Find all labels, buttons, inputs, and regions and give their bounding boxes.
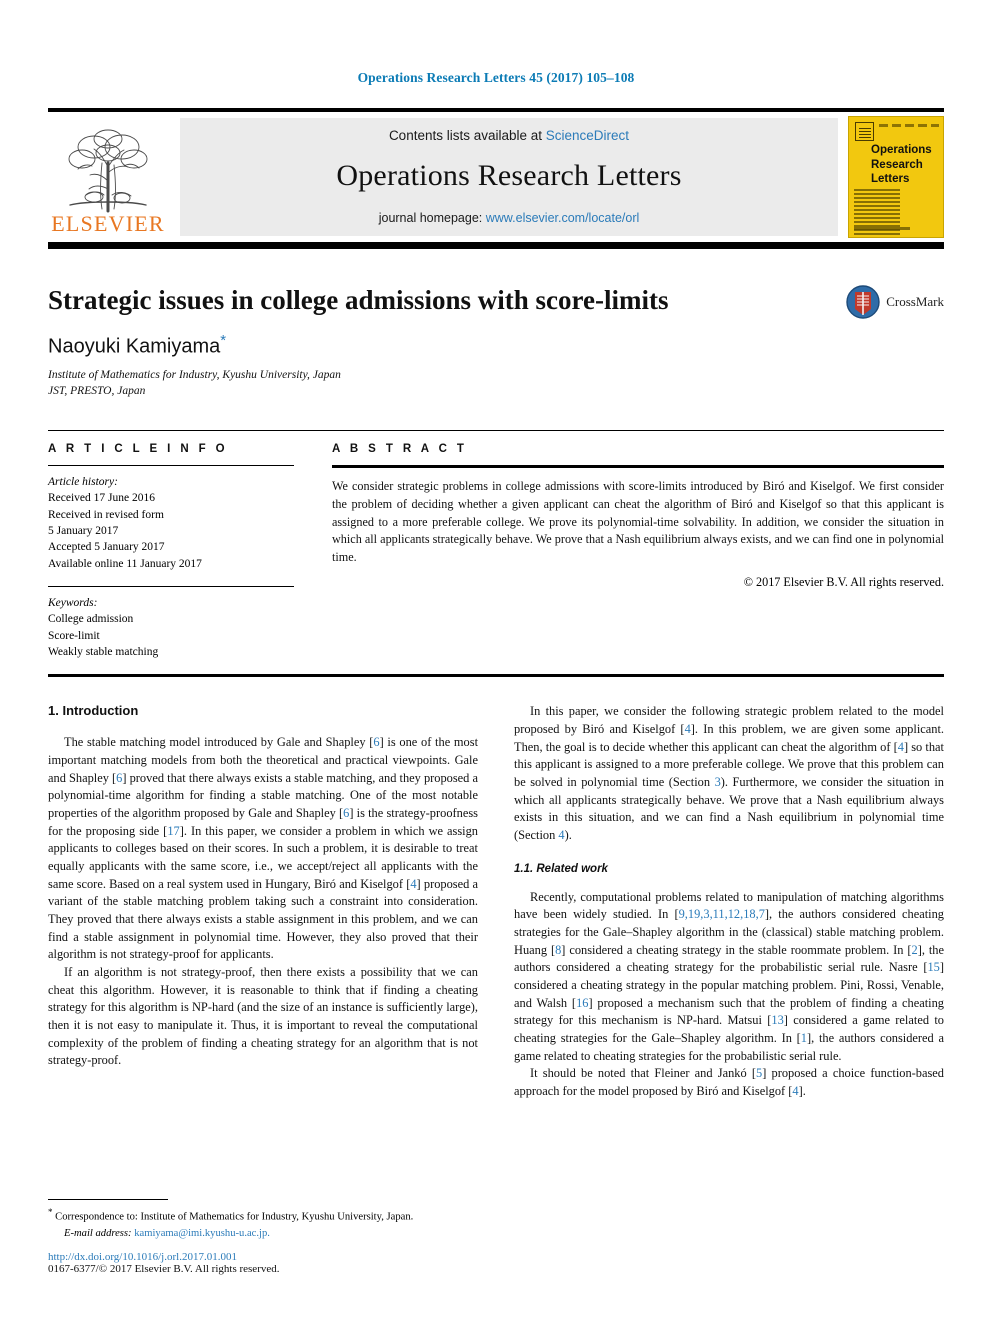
elsevier-logo: ELSEVIER — [48, 112, 168, 242]
abstract-column: A B S T R A C T We consider strategic pr… — [332, 443, 944, 660]
crossmark-badge[interactable]: CrossMark — [846, 285, 944, 319]
subsection-heading-related-work: 1.1. Related work — [514, 862, 608, 875]
body-columns: 1. Introduction The stable matching mode… — [48, 703, 944, 1100]
title-block: CrossMark Strategic issues in college ad… — [48, 285, 944, 400]
article-info-column: A R T I C L E I N F O Article history: R… — [48, 443, 294, 660]
paragraph: In this paper, we consider the following… — [514, 704, 945, 843]
article-info-rule-top — [48, 465, 294, 467]
doi-link[interactable]: http://dx.doi.org/10.1016/j.orl.2017.01.… — [48, 1251, 468, 1263]
email-link[interactable]: kamiyama@imi.kyushu-u.ac.jp. — [134, 1228, 270, 1239]
correspondence-text: Correspondence to: Institute of Mathemat… — [55, 1211, 414, 1223]
article-history-heading: Article history: — [48, 476, 118, 489]
abstract-copyright: © 2017 Elsevier B.V. All rights reserved… — [743, 575, 944, 590]
cover-header-rule — [879, 124, 939, 127]
paragraph: It should be noted that Fleiner and Jank… — [514, 1066, 944, 1099]
journal-title: Operations Research Letters — [336, 158, 682, 192]
body-column-left: 1. Introduction The stable matching mode… — [48, 703, 478, 1100]
body-top-rule — [48, 674, 944, 678]
abstract-rule-top — [332, 465, 944, 469]
footnote-block: * Correspondence to: Institute of Mathem… — [48, 1199, 468, 1275]
author-corresponding-marker: * — [220, 332, 227, 350]
keyword-item: Weakly stable matching — [48, 646, 159, 658]
homepage-line: journal homepage: www.elsevier.com/locat… — [379, 211, 640, 225]
author-name: Naoyuki Kamiyama* — [48, 332, 944, 359]
abstract-heading: A B S T R A C T — [332, 443, 468, 456]
page-title: Strategic issues in college admissions w… — [48, 285, 669, 315]
abstract-text: We consider strategic problems in colleg… — [332, 479, 944, 565]
journal-band: Contents lists available at ScienceDirec… — [180, 118, 838, 236]
keywords-group: Keywords: College admission Score-limit … — [48, 595, 294, 660]
cover-toc-lines — [854, 189, 900, 237]
article-history-group: Article history: Received 17 June 2016 R… — [48, 474, 294, 572]
author-label: Naoyuki Kamiyama — [48, 335, 221, 358]
keyword-item: Score-limit — [48, 629, 100, 642]
journal-cover-thumbnail[interactable]: Operations Research Letters — [848, 116, 944, 238]
email-note: E-mail address: kamiyama@imi.kyushu-u.ac… — [48, 1228, 468, 1239]
paragraph: If an algorithm is not strategy-proof, t… — [48, 965, 478, 1068]
correspondence-note: * Correspondence to: Institute of Mathem… — [48, 1206, 468, 1225]
keyword-item: College admission — [48, 613, 134, 626]
paragraph: Recently, computational problems related… — [514, 889, 945, 1063]
running-head: Operations Research Letters 45 (2017) 10… — [357, 70, 635, 85]
history-line: Accepted 5 January 2017 — [48, 541, 165, 554]
homepage-prefix: journal homepage: — [378, 210, 486, 225]
article-info-heading: A R T I C L E I N F O — [48, 443, 229, 456]
issn-copyright-line: 0167-6377/© 2017 Elsevier B.V. All right… — [48, 1263, 280, 1275]
contents-prefix: Contents lists available at — [388, 127, 546, 143]
journal-masthead: ELSEVIER Contents lists available at Sci… — [48, 108, 944, 242]
keywords-heading: Keywords: — [48, 597, 98, 610]
cover-footer-rule — [854, 227, 910, 230]
history-line: Received in revised form — [48, 508, 164, 521]
crossmark-label: CrossMark — [886, 294, 944, 309]
sciencedirect-link[interactable]: ScienceDirect — [546, 128, 629, 143]
elsevier-tree-icon — [56, 123, 160, 215]
paragraph: The stable matching model introduced by … — [48, 735, 479, 962]
body-column-right: In this paper, we consider the following… — [514, 703, 944, 1100]
affiliation-1: Institute of Mathematics for Industry, K… — [48, 368, 341, 381]
history-line: 5 January 2017 — [48, 525, 119, 538]
journal-homepage-link[interactable]: www.elsevier.com/locate/orl — [486, 211, 640, 225]
affiliation-2: JST, PRESTO, Japan — [48, 385, 146, 398]
masthead-bottom-rule — [48, 242, 944, 249]
paper-page: Operations Research Letters 45 (2017) 10… — [0, 0, 992, 1323]
crossmark-icon — [846, 285, 880, 319]
section-heading-introduction: 1. Introduction — [48, 703, 139, 719]
cover-title: Operations Research Letters — [871, 144, 932, 186]
cover-publisher-mark-icon — [855, 122, 874, 141]
history-line: Available online 11 January 2017 — [48, 557, 202, 570]
contents-line: Contents lists available at ScienceDirec… — [389, 128, 629, 143]
info-abstract-region: A R T I C L E I N F O Article history: R… — [48, 430, 944, 660]
elsevier-wordmark: ELSEVIER — [51, 211, 165, 236]
footnote-marker: * — [48, 1207, 53, 1218]
history-line: Received 17 June 2016 — [48, 492, 155, 505]
keywords-rule-top — [48, 586, 294, 588]
email-label: E-mail address: — [64, 1228, 132, 1239]
footnote-rule — [48, 1199, 168, 1201]
